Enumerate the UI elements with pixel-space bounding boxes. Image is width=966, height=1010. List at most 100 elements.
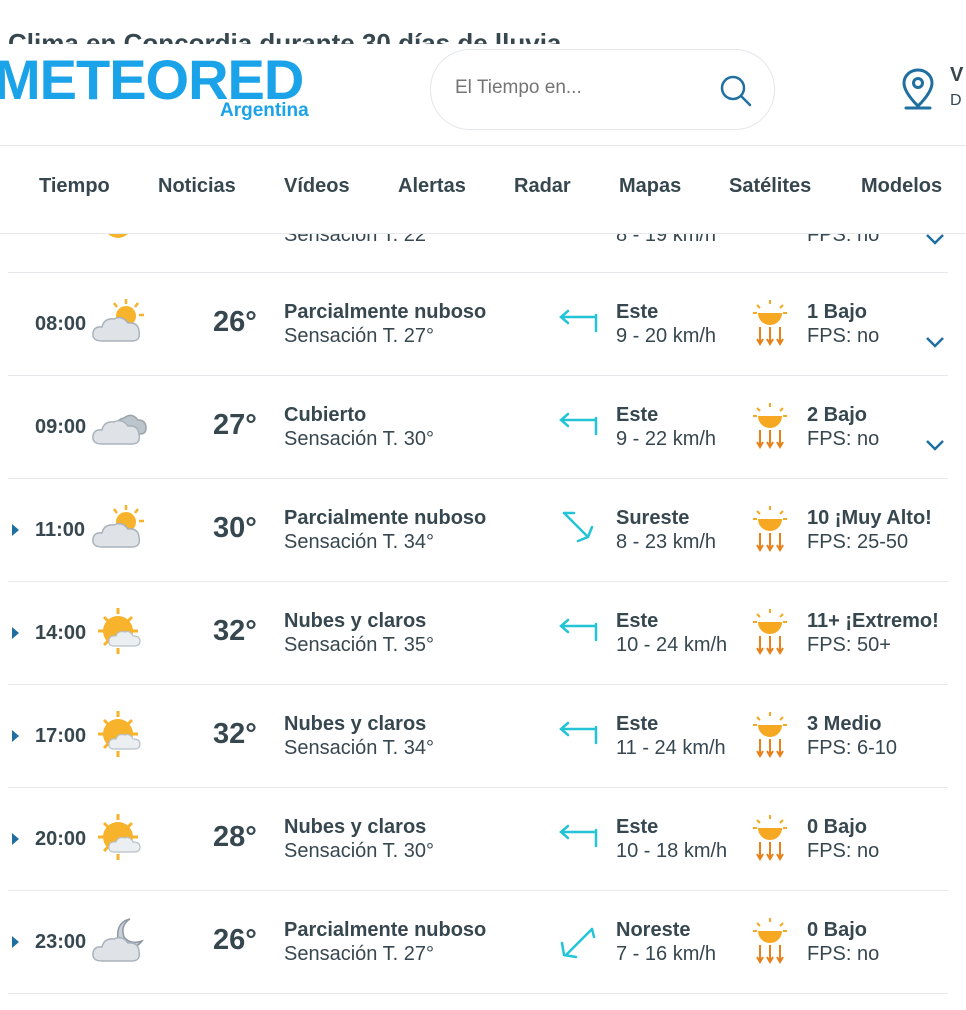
weather-description: Parcialmente nuboso: [284, 301, 487, 323]
forecast-row[interactable]: 17:00 32° Nubes y claros Sensación T. 34…: [8, 685, 948, 788]
forecast-row[interactable]: Sensación T. 22° 8 - 19 km/h FPS: no: [8, 234, 948, 273]
wind-arrow-southeast-icon: [558, 509, 598, 554]
weather-description: Parcialmente nuboso: [284, 507, 487, 529]
fps-value: FPS: no: [807, 325, 880, 347]
temperature: 32°: [213, 615, 257, 647]
forecast-row[interactable]: 14:00 32° Nubes y claros Sensación T. 35…: [8, 582, 948, 685]
wind-arrow-west-icon: [558, 307, 598, 342]
temperature: 26°: [213, 924, 257, 956]
chevron-down-icon[interactable]: [925, 335, 945, 354]
wind-arrow-southwest-icon: [558, 921, 598, 966]
uv-sun-icon: [752, 608, 788, 661]
forecast-time: 11:00: [35, 519, 86, 541]
sun-clouds-icon: [90, 709, 148, 764]
fps-value: FPS: no: [807, 840, 880, 862]
uv-index: 0 Bajo: [807, 816, 868, 838]
chevron-down-icon[interactable]: [925, 438, 945, 457]
uv-index: 10 ¡Muy Alto!: [807, 507, 932, 529]
wind-speed: 9 - 22 km/h: [616, 428, 717, 450]
logo-subtitle: Argentina: [220, 100, 309, 121]
nav-item-satelites[interactable]: Satélites: [729, 175, 811, 198]
nav-item-tiempo[interactable]: Tiempo: [39, 175, 110, 198]
wind-arrow-west-icon: [558, 410, 598, 445]
feels-like: Sensación T. 35°: [284, 634, 434, 656]
temperature: 26°: [213, 306, 257, 338]
fps-value: FPS: 50+: [807, 634, 891, 656]
feels-like: Sensación T. 34°: [284, 737, 434, 759]
fps-value: FPS: 25-50: [807, 531, 909, 553]
expand-caret-icon[interactable]: [12, 627, 19, 639]
wind-arrow-west-icon: [558, 616, 598, 651]
wind-direction: Sureste: [616, 507, 690, 529]
moon-cloud-icon: [90, 915, 148, 970]
partly-cloudy-icon: [90, 297, 148, 352]
forecast-time: 08:00: [35, 313, 87, 335]
wind-direction: Noreste: [616, 919, 691, 941]
feels-like: Sensación T. 30°: [284, 840, 434, 862]
search-icon[interactable]: [719, 74, 753, 113]
uv-index: 11+ ¡Extremo!: [807, 610, 939, 632]
main-nav: Tiempo Noticias Vídeos Alertas Radar Map…: [0, 145, 966, 234]
fps-value: FPS: no: [807, 234, 880, 246]
feels-like: Sensación T. 27°: [284, 943, 434, 965]
feels-like: Sensación T. 22°: [284, 234, 434, 246]
weather-description: Nubes y claros: [284, 610, 427, 632]
search-input[interactable]: [455, 77, 705, 99]
forecast-row[interactable]: 23:00 26° Parcialmente nuboso Sensación …: [8, 891, 948, 994]
forecast-time: 20:00: [35, 828, 87, 850]
wind-direction: Este: [616, 301, 659, 323]
weather-description: Nubes y claros: [284, 816, 427, 838]
expand-caret-icon[interactable]: [12, 936, 19, 948]
overcast-icon: [90, 400, 148, 455]
hourly-forecast-list: Sensación T. 22° 8 - 19 km/h FPS: no 08:…: [0, 234, 966, 1010]
partly-cloudy-icon: [90, 503, 148, 558]
forecast-time: 23:00: [35, 931, 87, 953]
nav-item-alertas[interactable]: Alertas: [398, 175, 466, 198]
feels-like: Sensación T. 27°: [284, 325, 434, 347]
location-name[interactable]: V: [950, 64, 963, 87]
sun-icon: [90, 234, 146, 251]
expand-caret-icon[interactable]: [12, 524, 19, 536]
uv-sun-icon: [752, 234, 788, 249]
forecast-row[interactable]: 20:00 28° Nubes y claros Sensación T. 30…: [8, 788, 948, 891]
fps-value: FPS: no: [807, 943, 880, 965]
uv-index: 0 Bajo: [807, 919, 868, 941]
forecast-row[interactable]: 09:00 27° Cubierto Sensación T. 30° Este…: [8, 376, 948, 479]
uv-sun-icon: [752, 814, 788, 867]
wind-arrow-west-icon: [558, 822, 598, 857]
fps-value: FPS: 6-10: [807, 737, 898, 759]
weather-description: Parcialmente nuboso: [284, 919, 487, 941]
uv-sun-icon: [752, 299, 788, 352]
wind-speed: 9 - 20 km/h: [616, 325, 717, 347]
expand-caret-icon[interactable]: [12, 833, 19, 845]
location-detail[interactable]: D: [950, 92, 962, 110]
forecast-row[interactable]: 08:00 26° Parcialmente nuboso Sensación …: [8, 273, 948, 376]
expand-caret-icon[interactable]: [12, 730, 19, 742]
chevron-down-icon[interactable]: [925, 234, 945, 251]
uv-sun-icon: [752, 917, 788, 970]
fps-value: FPS: no: [807, 428, 880, 450]
weather-description: Nubes y claros: [284, 713, 427, 735]
page-title-text: Clima en Concordia durante 30 días de ll…: [8, 30, 608, 44]
site-header: Clima en Concordia durante 30 días de ll…: [0, 0, 966, 145]
nav-item-modelos[interactable]: Modelos: [861, 175, 942, 198]
wind-direction: Este: [616, 404, 659, 426]
temperature: 27°: [213, 409, 257, 441]
temperature: 28°: [213, 821, 257, 853]
nav-item-radar[interactable]: Radar: [514, 175, 571, 198]
weather-description: Cubierto: [284, 404, 367, 426]
wind-speed: 10 - 18 km/h: [616, 840, 728, 862]
search-box[interactable]: [430, 49, 775, 130]
location-pin-icon[interactable]: [902, 68, 934, 115]
nav-item-mapas[interactable]: Mapas: [619, 175, 681, 198]
wind-speed: 11 - 24 km/h: [616, 737, 726, 759]
forecast-row[interactable]: 11:00 30° Parcialmente nuboso Sensación …: [8, 479, 948, 582]
forecast-time: 09:00: [35, 416, 87, 438]
wind-speed: 10 - 24 km/h: [616, 634, 728, 656]
sun-clouds-icon: [90, 606, 148, 661]
feels-like: Sensación T. 34°: [284, 531, 434, 553]
page-title-clipped: Clima en Concordia durante 30 días de ll…: [8, 30, 608, 44]
nav-item-videos[interactable]: Vídeos: [284, 175, 350, 198]
nav-item-noticias[interactable]: Noticias: [158, 175, 236, 198]
meteored-logo[interactable]: METEORED Argentina: [0, 52, 334, 132]
